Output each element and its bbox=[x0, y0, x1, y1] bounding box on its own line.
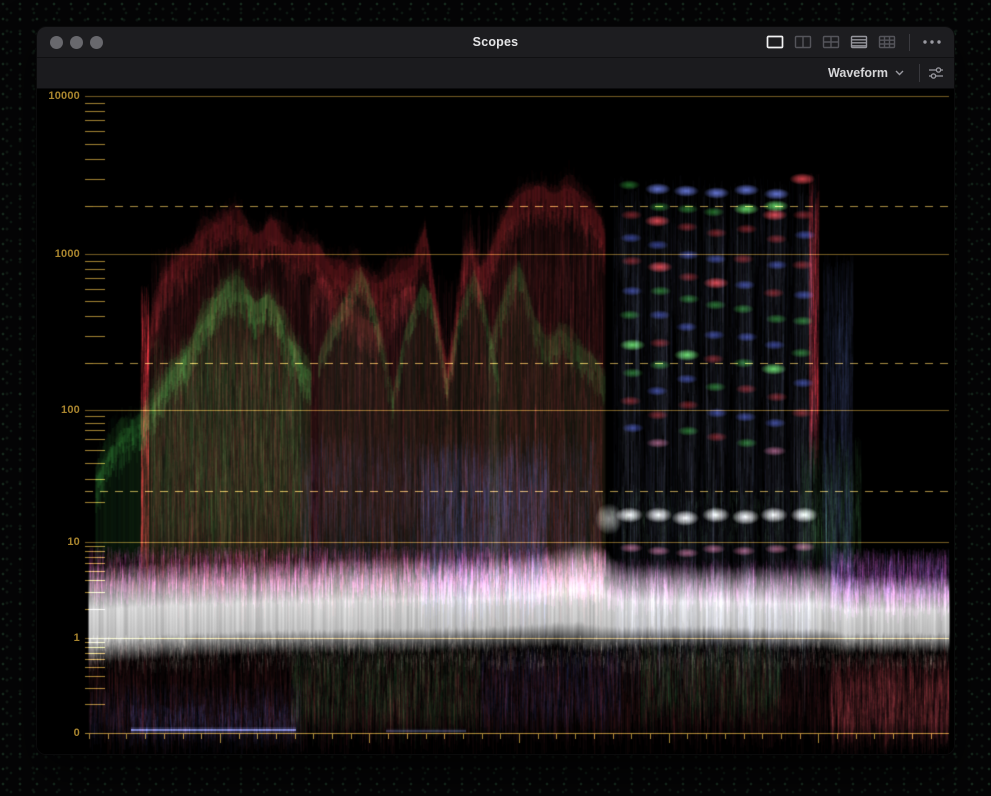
layout-two-up-button[interactable] bbox=[789, 33, 817, 51]
close-button[interactable] bbox=[50, 36, 63, 49]
scope-type-dropdown[interactable]: Waveform bbox=[822, 58, 910, 88]
zoom-button[interactable] bbox=[90, 36, 103, 49]
chevron-down-icon bbox=[895, 70, 904, 76]
more-options-button[interactable] bbox=[918, 37, 946, 47]
scope-type-label: Waveform bbox=[828, 66, 888, 80]
layout-four-up-button[interactable] bbox=[817, 33, 845, 51]
scopes-window: Scopes bbox=[36, 26, 955, 755]
layout-buttons-group bbox=[761, 27, 946, 57]
grid-view-icon bbox=[878, 35, 896, 49]
ellipsis-icon bbox=[922, 39, 942, 45]
traffic-lights bbox=[50, 27, 103, 57]
layout-grid-button[interactable] bbox=[873, 33, 901, 51]
waveform-canvas[interactable] bbox=[37, 89, 955, 755]
stacked-view-icon bbox=[850, 35, 868, 49]
scope-toolbar: Waveform bbox=[37, 58, 954, 89]
scope-display: 10000 1000 100 10 1 0 bbox=[37, 89, 954, 755]
scope-settings-button[interactable] bbox=[923, 61, 949, 85]
titlebar-divider bbox=[909, 34, 910, 51]
single-view-icon bbox=[766, 35, 784, 49]
layout-stacked-button[interactable] bbox=[845, 33, 873, 51]
minimize-button[interactable] bbox=[70, 36, 83, 49]
toolbar-divider bbox=[919, 64, 920, 82]
desktop-background: Scopes bbox=[0, 0, 991, 796]
four-up-view-icon bbox=[822, 35, 840, 49]
layout-single-button[interactable] bbox=[761, 33, 789, 51]
settings-sliders-icon bbox=[927, 65, 945, 81]
window-titlebar: Scopes bbox=[37, 27, 954, 58]
two-up-view-icon bbox=[794, 35, 812, 49]
